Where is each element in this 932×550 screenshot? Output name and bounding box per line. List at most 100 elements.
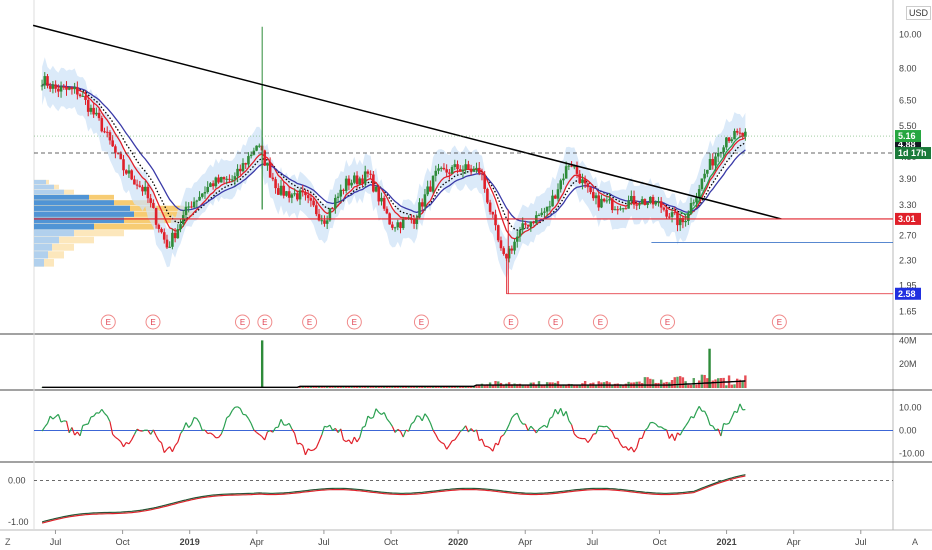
candle (529, 221, 533, 227)
candle (597, 195, 601, 208)
candle (412, 219, 416, 224)
earnings-label: E (777, 318, 782, 327)
oscillator-segment (60, 420, 65, 423)
candle (309, 198, 313, 201)
candle (472, 168, 476, 172)
candle (122, 159, 125, 171)
volume-bar (730, 384, 733, 388)
earnings-label: E (665, 318, 670, 327)
oscillator-segment (65, 421, 70, 433)
candle (103, 131, 106, 133)
oscillator-segment (212, 434, 217, 439)
candle (214, 177, 218, 187)
candle (583, 179, 587, 184)
oscillator-segment (709, 424, 713, 427)
candle (336, 196, 340, 198)
corner-right-button[interactable]: A (912, 537, 918, 547)
oscillator-segment (446, 444, 450, 450)
candle (304, 192, 307, 196)
oscillator-segment (647, 422, 651, 429)
candle (380, 197, 383, 202)
candle (559, 180, 563, 190)
price-tag-label: 1d 17h (898, 148, 927, 158)
candle (306, 195, 310, 199)
corner-left-button[interactable]: Z (5, 537, 11, 547)
candle (95, 112, 98, 115)
candle (290, 194, 294, 198)
candle (190, 206, 193, 208)
oscillator-segment (440, 441, 445, 445)
oscillator-segment (487, 445, 491, 449)
earnings-label: E (352, 318, 357, 327)
candle (268, 162, 272, 178)
oscillator-segment (641, 430, 646, 439)
candle (217, 177, 220, 183)
oscillator-segment (245, 414, 249, 419)
volume-bar (678, 376, 682, 388)
candle (453, 164, 457, 167)
candle (236, 168, 239, 177)
oscillator-segment (90, 415, 94, 418)
oscillator-segment (226, 415, 230, 419)
stock-chart: EEEEEEEEEEEE10.008.006.505.504.503.903.3… (0, 0, 932, 547)
volume-bar (673, 377, 676, 388)
volume-bar (676, 376, 679, 388)
oscillator-segment (457, 431, 461, 437)
oscillator-segment (112, 433, 116, 438)
candle (687, 213, 690, 221)
candle (651, 196, 655, 205)
oscillator-segment (93, 412, 97, 417)
candle (192, 201, 196, 208)
candle (198, 196, 201, 201)
candle (638, 204, 641, 206)
oscillator-segment (590, 433, 594, 440)
oscillator-segment (584, 438, 589, 443)
oscillator-segment (652, 421, 657, 425)
oscillator-segment (277, 419, 282, 428)
candle (255, 145, 258, 151)
candle (578, 173, 582, 184)
oscillator-segment (318, 434, 323, 442)
oscillator-segment (85, 423, 89, 426)
price-tag: 5.16 (895, 130, 921, 143)
candle (124, 170, 128, 174)
oscillator-segment (595, 425, 600, 434)
oscillator-segment (288, 423, 293, 430)
oscillator-segment (256, 432, 260, 435)
oscillator-segment (516, 412, 521, 421)
volume-bar (697, 380, 701, 388)
date-tick: 2021 (717, 537, 737, 547)
candle (282, 185, 286, 196)
candle (630, 195, 633, 201)
candle (706, 169, 709, 174)
currency-label[interactable]: USD (906, 6, 932, 20)
candle (100, 118, 104, 132)
oscillator-segment (207, 432, 211, 435)
candle (230, 179, 234, 181)
candle (48, 85, 52, 89)
price-tag-label: 2.58 (898, 289, 916, 299)
oscillator-segment (247, 418, 252, 424)
price-tag-label: 5.16 (898, 131, 916, 141)
oscillator-segment (362, 425, 366, 428)
profile-bar (34, 189, 64, 195)
candle (54, 84, 57, 89)
date-tick: Oct (652, 537, 667, 547)
oscillator-segment (551, 409, 556, 417)
volume-bar (714, 379, 717, 388)
candle (358, 178, 362, 185)
oscillator-segment (530, 425, 534, 430)
candle (488, 202, 492, 212)
candle (401, 218, 405, 229)
oscillator-segment (367, 415, 372, 419)
candle (146, 186, 150, 199)
candle (179, 224, 182, 230)
candle (714, 156, 717, 166)
price-tick: 6.50 (899, 96, 917, 106)
candle (119, 153, 123, 160)
candle (543, 211, 546, 213)
candle (562, 178, 565, 181)
oscillator-segment (573, 433, 578, 438)
oscillator-segment (736, 403, 741, 413)
profile-bar (34, 223, 94, 230)
